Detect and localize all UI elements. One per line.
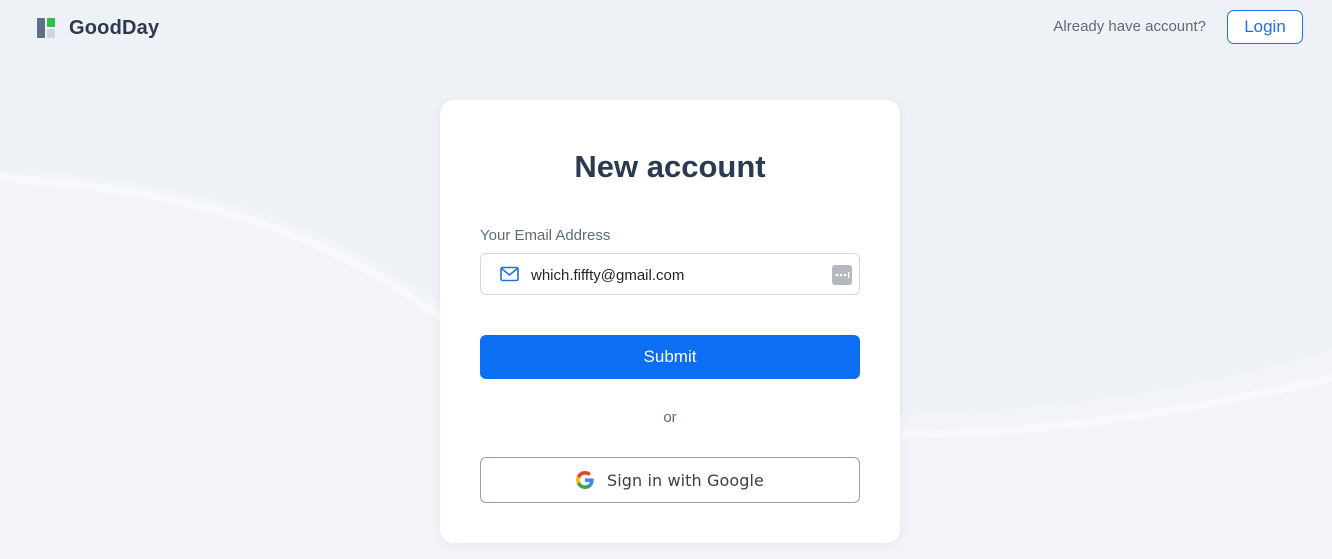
email-label: Your Email Address [480,227,611,244]
brand-name: GoodDay [69,16,160,39]
page-title: New account [574,149,766,184]
login-button[interactable]: Login [1227,10,1303,44]
top-bar: GoodDay Already have account? Login [0,0,1332,56]
email-input[interactable] [531,264,821,286]
google-signin-button[interactable]: Sign in with Google [480,457,860,503]
google-icon [575,471,594,489]
or-divider: or [663,409,677,426]
email-field[interactable] [480,253,860,295]
mail-icon [500,266,519,282]
google-signin-label: Sign in with Google [606,470,764,490]
signup-card: New account Your Email Address Submit or… [440,100,900,543]
already-have-account-text: Already have account? [1053,18,1206,35]
submit-button[interactable]: Submit [480,335,860,379]
password-manager-icon[interactable] [832,265,852,285]
brand-logo[interactable]: GoodDay [36,16,159,40]
goodday-logo-icon [37,18,55,38]
